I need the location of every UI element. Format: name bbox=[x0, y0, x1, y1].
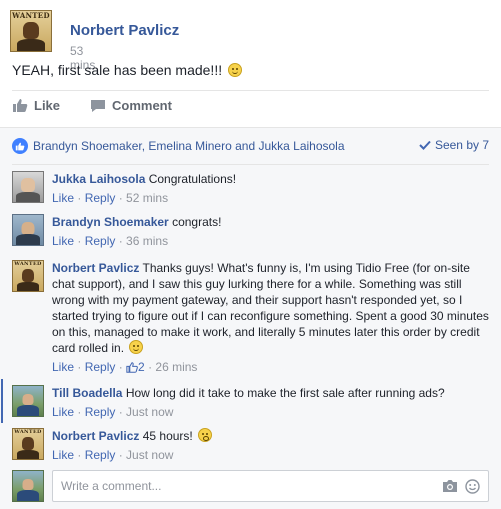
comment-like-link[interactable]: Like bbox=[52, 234, 74, 248]
likers-row: Brandyn Shoemaker, Emelina Minero and Ju… bbox=[12, 136, 489, 156]
comment-input[interactable]: Write a comment... bbox=[52, 470, 489, 502]
comment-reply-link[interactable]: Reply bbox=[85, 360, 116, 374]
like-button-label: Like bbox=[34, 98, 61, 113]
comment-meta: Like · Reply · 36 mins bbox=[52, 234, 169, 248]
comment-meta: Like · Reply · 2 · 26 mins bbox=[52, 359, 489, 377]
comment-content: Norbert Pavlicz 45 hours! Like · Reply ·… bbox=[52, 428, 489, 463]
comment-time[interactable]: 26 mins bbox=[155, 360, 197, 374]
emoji-picker-icon[interactable] bbox=[465, 479, 480, 499]
comment-content: Till Boadella How long did it take to ma… bbox=[52, 385, 489, 420]
comment-time[interactable]: Just now bbox=[126, 405, 173, 419]
comment-like-count[interactable]: 2 bbox=[138, 360, 145, 374]
comment-meta: Like · Reply · Just now bbox=[52, 448, 174, 462]
comment-text-line: Jukka Laihosola Congratulations! bbox=[52, 171, 489, 187]
thumbs-up-icon bbox=[126, 361, 138, 377]
thumbs-up-icon bbox=[12, 98, 28, 113]
commenter-name[interactable]: Till Boadella bbox=[52, 386, 122, 400]
commenter-avatar[interactable] bbox=[12, 171, 44, 203]
comment-text-line: Norbert Pavlicz 45 hours! bbox=[52, 428, 489, 444]
commenter-avatar[interactable] bbox=[12, 214, 44, 246]
comment-like-link[interactable]: Like bbox=[52, 191, 74, 205]
comment-time[interactable]: 36 mins bbox=[126, 234, 168, 248]
comment-text: Congratulations! bbox=[148, 172, 237, 186]
comment-text-line: Till Boadella How long did it take to ma… bbox=[52, 385, 489, 401]
commenter-name[interactable]: Norbert Pavlicz bbox=[52, 429, 139, 443]
wanted-poster-text: WANTED bbox=[14, 261, 42, 267]
commenter-avatar[interactable] bbox=[12, 385, 44, 417]
camera-icon[interactable] bbox=[442, 479, 458, 498]
comment-meta: Like · Reply · 52 mins bbox=[52, 191, 169, 205]
wanted-poster-text: WANTED bbox=[12, 11, 50, 20]
comment-input-placeholder: Write a comment... bbox=[61, 479, 162, 493]
smiley-emoji-icon bbox=[228, 63, 242, 77]
divider bbox=[12, 164, 489, 165]
like-badge-icon bbox=[12, 138, 28, 154]
comment-content: Jukka Laihosola Congratulations! Like · … bbox=[52, 171, 489, 206]
commenter-name[interactable]: Jukka Laihosola bbox=[52, 172, 145, 186]
comment-content: Brandyn Shoemaker congrats! Like · Reply… bbox=[52, 214, 489, 249]
post-text: YEAH, first sale has been made!!! bbox=[12, 62, 223, 78]
checkmark-icon bbox=[419, 140, 431, 150]
comment-like-link[interactable]: Like bbox=[52, 448, 74, 462]
likers-names[interactable]: Brandyn Shoemaker, Emelina Minero and Ju… bbox=[33, 139, 345, 153]
smiley-emoji-icon bbox=[129, 340, 144, 354]
seen-by[interactable]: Seen by 7 bbox=[419, 138, 489, 152]
post-author-name[interactable]: Norbert Pavlicz bbox=[70, 22, 179, 39]
comment-text: How long did it take to make the first s… bbox=[125, 386, 445, 400]
current-user-avatar[interactable] bbox=[12, 470, 44, 502]
comment-reply-link[interactable]: Reply bbox=[85, 405, 116, 419]
comment-text: congrats! bbox=[172, 215, 222, 229]
commenter-name[interactable]: Norbert Pavlicz bbox=[52, 261, 139, 275]
comment-button[interactable]: Comment bbox=[90, 98, 172, 113]
like-button[interactable]: Like bbox=[12, 98, 60, 113]
comment-like-link[interactable]: Like bbox=[52, 405, 74, 419]
commenter-name[interactable]: Brandyn Shoemaker bbox=[52, 215, 169, 229]
comment-like-link[interactable]: Like bbox=[52, 360, 74, 374]
divider bbox=[12, 90, 489, 91]
comment-text-line: Norbert Pavlicz Thanks guys! What's funn… bbox=[52, 260, 489, 356]
comment-bubble-icon bbox=[90, 99, 106, 113]
comment-text: 45 hours! bbox=[142, 429, 193, 443]
commenter-avatar[interactable]: WANTED bbox=[12, 428, 44, 460]
surprised-emoji-icon bbox=[198, 428, 213, 442]
comment-time[interactable]: Just now bbox=[126, 448, 173, 462]
wanted-poster-text: WANTED bbox=[14, 429, 42, 435]
post-body: YEAH, first sale has been made!!! bbox=[12, 62, 242, 78]
comment-content: Norbert Pavlicz Thanks guys! What's funn… bbox=[52, 260, 489, 377]
comment-reply-link[interactable]: Reply bbox=[85, 448, 116, 462]
comment-reply-link[interactable]: Reply bbox=[85, 191, 116, 205]
comment-text: Thanks guys! What's funny is, I'm using … bbox=[52, 261, 489, 355]
comment-meta: Like · Reply · Just now bbox=[52, 405, 174, 419]
seen-by-label: Seen by 7 bbox=[434, 138, 489, 152]
comment-reply-link[interactable]: Reply bbox=[85, 234, 116, 248]
comment-button-label: Comment bbox=[112, 98, 172, 113]
comment-time[interactable]: 52 mins bbox=[126, 191, 168, 205]
author-avatar[interactable]: WANTED bbox=[10, 10, 52, 52]
commenter-avatar[interactable]: WANTED bbox=[12, 260, 44, 292]
new-comment-indicator bbox=[1, 379, 3, 423]
reply-box: Write a comment... bbox=[12, 470, 489, 504]
comment-text-line: Brandyn Shoemaker congrats! bbox=[52, 214, 489, 230]
